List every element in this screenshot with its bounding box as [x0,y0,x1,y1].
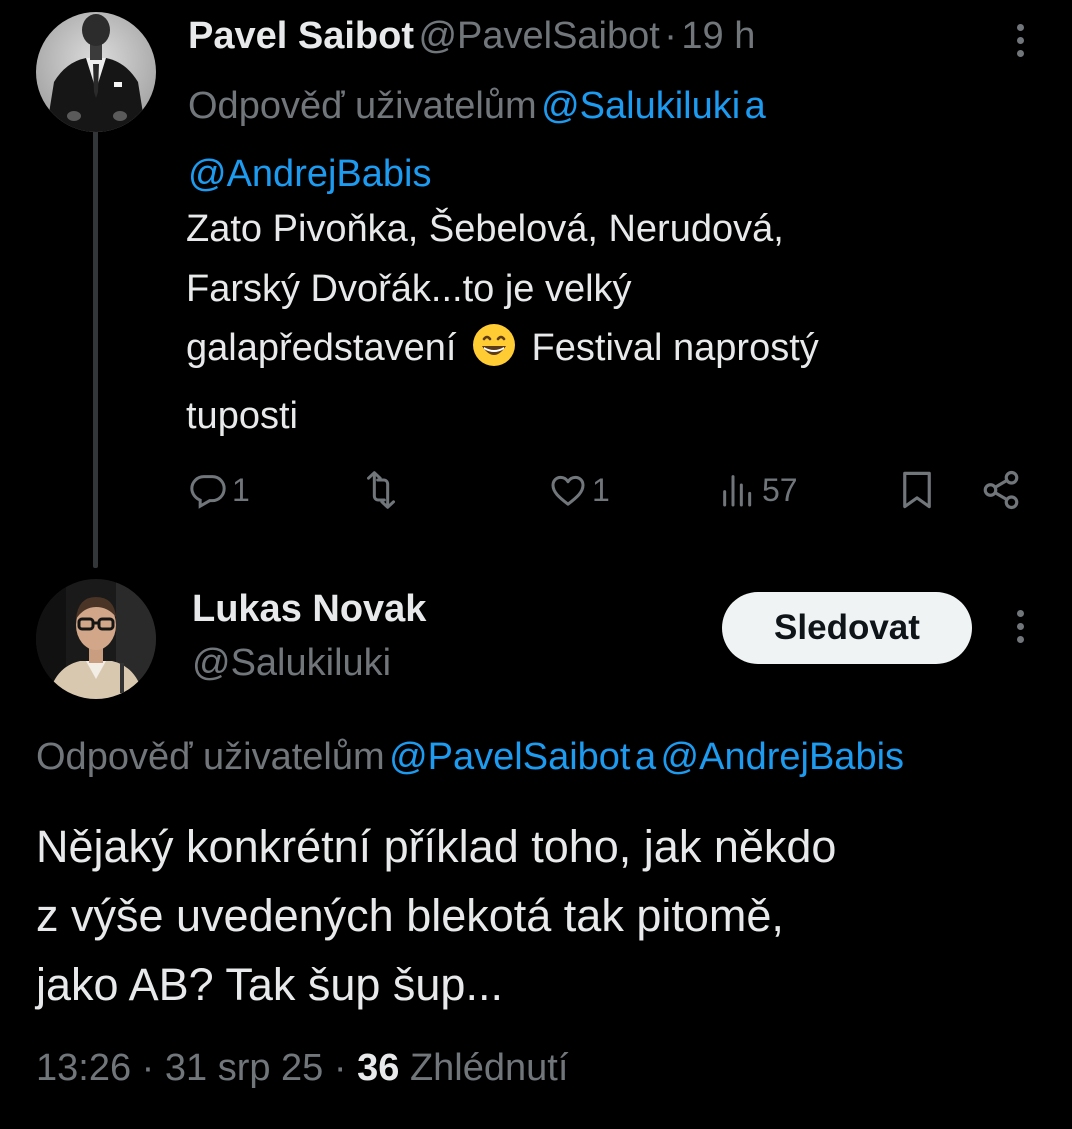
tweet-text-line: tuposti [186,394,298,437]
author-name[interactable]: Lukas Novak [192,586,426,632]
timestamp-date[interactable]: 31 srp 25 [165,1047,323,1089]
main-tweet-author: Lukas Novak @Salukiluki [192,586,426,686]
main-tweet-text: Nějaký konkrétní příklad toho, jak někdo… [36,812,1066,1019]
replying-to-label: Odpověď uživatelům [188,85,537,127]
more-options-icon[interactable] [1000,596,1040,656]
bookmark-icon [903,471,931,509]
retweet-button[interactable] [360,468,406,512]
tweet-text-line: Nějaký konkrétní příklad toho, jak někdo [36,821,837,872]
tweet-text-line: z výše uvedených blekotá tak pitomě, [36,890,784,941]
author-handle[interactable]: @Salukiluki [192,640,426,686]
tweet-text-line: jako AB? Tak šup šup... [36,959,503,1010]
reply-button[interactable]: 1 [188,468,250,512]
author-handle[interactable]: @PavelSaibot [418,15,659,57]
share-icon [983,470,1019,510]
views-button[interactable]: 57 [718,468,798,512]
tweet-metadata: 13:26 · 31 srp 25 · 36 Zhlédnutí [36,1045,568,1091]
tweet-text-line: Farský Dvořák...to je velký [186,267,632,310]
avatar-image [36,579,156,699]
reply-tweet-header: Pavel Saibot @PavelSaibot · 19 h [188,13,755,67]
tweet-text-line: Zato Pivoňka, Šebelová, Nerudová, [186,208,784,250]
avatar-lukas-novak[interactable] [36,579,156,699]
replying-to: Odpověď uživatelům @PavelSaibot a @Andre… [36,732,1072,790]
header-separator: · [664,15,677,57]
avatar-pavel-saibot[interactable] [36,12,156,132]
like-icon [551,475,585,506]
bookmark-button[interactable] [896,468,938,512]
grinning-emoji [471,322,517,387]
author-name[interactable]: Pavel Saibot [188,15,414,57]
more-options-icon[interactable] [1000,10,1040,70]
like-button[interactable]: 1 [548,468,610,512]
reply-icon [190,475,226,509]
avatar-image [36,12,156,132]
views-icon [723,475,752,507]
replying-to-label: Odpověď uživatelům [36,736,385,778]
mention-conjunction[interactable]: a [745,85,766,127]
mention-andrejbabis[interactable]: @AndrejBabis [661,736,904,778]
reply-count: 1 [232,471,250,508]
mention-conjunction[interactable]: a [635,736,656,778]
mention-pavelsaibot[interactable]: @PavelSaibot [389,736,630,778]
views-count: 57 [762,471,798,508]
mention-andrejbabis[interactable]: @AndrejBabis [188,153,431,195]
views-label: Zhlédnutí [409,1047,569,1089]
replying-to: Odpověď uživatelům @Salukiluki a @Andrej… [188,76,1028,212]
views-count: 36 [357,1047,400,1089]
thread-connector-line [93,128,98,568]
mention-salukiluki[interactable]: @Salukiluki [541,85,740,127]
meta-separator: · [141,1047,155,1089]
share-button[interactable] [980,468,1022,512]
like-count: 1 [592,471,610,508]
retweet-icon [367,471,395,509]
follow-button[interactable]: Sledovat [722,592,972,664]
tweet-text-line-with-emoji: galapředstavení Festival naprostý [186,319,1026,387]
reply-tweet-text: Zato Pivoňka, Šebelová, Nerudová, Farský… [186,200,1026,446]
tweet-time[interactable]: 19 h [681,15,755,57]
timestamp-time[interactable]: 13:26 [36,1047,131,1089]
meta-separator: · [333,1047,347,1089]
